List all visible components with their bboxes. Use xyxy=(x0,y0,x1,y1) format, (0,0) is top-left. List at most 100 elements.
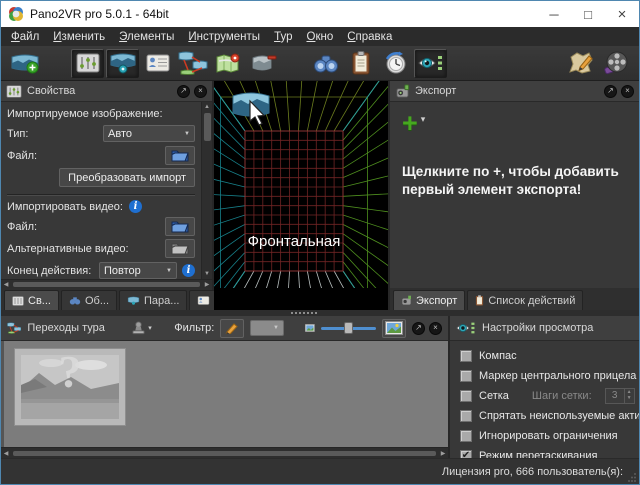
menu-help[interactable]: Справка xyxy=(340,29,399,45)
scroll-right-arrow[interactable]: ▶ xyxy=(202,281,212,288)
checkbox-row-ignore-limits: Игнорировать ограничения xyxy=(460,429,639,442)
right-panel-tabs: Экспорт Список действий xyxy=(390,288,639,310)
divider xyxy=(7,194,195,196)
viewer-settings-button[interactable] xyxy=(414,48,447,78)
tour-panel-header: Переходы тура ▾ Фильтр: ▼ ↗ × xyxy=(1,316,448,341)
tab-properties[interactable]: Св... xyxy=(4,290,59,310)
folder-gray-icon xyxy=(171,243,189,255)
resize-grip[interactable] xyxy=(627,472,637,482)
scroll-left-arrow[interactable]: ◀ xyxy=(1,281,11,288)
hide-hotspots-checkbox[interactable] xyxy=(460,409,472,422)
menu-window[interactable]: Окно xyxy=(299,29,340,45)
end-action-dropdown[interactable]: Повтор xyxy=(99,262,177,279)
scroll-left-arrow[interactable]: ◀ xyxy=(1,450,11,457)
project-notes-button[interactable] xyxy=(564,49,597,78)
slider-handle[interactable] xyxy=(344,322,354,334)
sliders-icon xyxy=(76,53,99,73)
horizontal-scrollbar[interactable]: ◀ ▶ xyxy=(1,447,448,458)
filter-label: Фильтр: xyxy=(174,322,215,334)
grid-steps-spinner[interactable]: 3 ▲ ▼ xyxy=(604,387,635,404)
id-card-icon xyxy=(198,296,210,305)
ignore-limits-checkbox[interactable] xyxy=(460,429,472,442)
vertical-scrollbar[interactable]: ▲ ▼ xyxy=(201,102,212,279)
scroll-down-arrow[interactable]: ▼ xyxy=(202,269,212,279)
grid-checkbox[interactable] xyxy=(460,389,472,402)
stamp-tool-button[interactable]: ▾ xyxy=(131,321,152,335)
close-panel-button[interactable]: × xyxy=(621,84,634,98)
pencil-icon xyxy=(225,323,239,334)
compass-checkbox[interactable] xyxy=(460,349,472,362)
bottom-area: Переходы тура ▾ Фильтр: ▼ ↗ × ? ◀ ▶ Наст… xyxy=(1,316,639,458)
close-button[interactable]: × xyxy=(605,1,639,27)
export-panel-header: Экспорт ↗ × xyxy=(390,81,639,102)
type-label: Тип: xyxy=(7,127,29,140)
panorama-thumbnail[interactable]: ? xyxy=(14,346,126,426)
menu-elements[interactable]: Элементы xyxy=(112,29,181,45)
tab-parameters[interactable]: Пара... xyxy=(119,290,188,310)
close-panel-button[interactable]: × xyxy=(194,84,207,98)
filter-dropdown[interactable] xyxy=(250,320,284,336)
file-label: Файл: xyxy=(7,149,38,162)
type-dropdown[interactable]: Авто xyxy=(103,125,195,142)
time-animation-button[interactable] xyxy=(379,49,412,78)
checkbox-row-hide-hotspots: Спрятать неиспользуемые активные зоны xyxy=(460,409,639,422)
float-panel-button[interactable]: ↗ xyxy=(412,321,425,335)
add-export-button[interactable]: + xyxy=(402,110,425,137)
add-panorama-button[interactable] xyxy=(8,49,41,78)
film-reel-icon xyxy=(603,51,627,75)
menu-tour[interactable]: Тур xyxy=(267,29,299,45)
splitter-handle[interactable] xyxy=(291,312,317,314)
scroll-up-arrow[interactable]: ▲ xyxy=(202,102,212,112)
scrollbar-thumb[interactable] xyxy=(13,450,436,456)
drag-mode-checkbox[interactable] xyxy=(460,449,472,458)
filter-edit-button[interactable] xyxy=(220,318,245,338)
browse-file-button[interactable] xyxy=(165,146,195,165)
alt-video-label: Альтернативные видео: xyxy=(7,242,129,255)
properties-button[interactable] xyxy=(71,48,104,78)
tour-thumbnails-area: ? xyxy=(1,341,448,447)
large-image-button[interactable] xyxy=(381,318,406,338)
panorama-viewport[interactable]: Фронтальная xyxy=(214,81,388,310)
convert-import-button[interactable]: Преобразовать импорт xyxy=(59,168,195,187)
viewport-column: Фронтальная xyxy=(214,81,390,310)
menu-edit[interactable]: Изменить xyxy=(46,29,112,45)
viewing-parameters-button[interactable] xyxy=(106,48,139,78)
scrollbar-thumb[interactable] xyxy=(203,113,211,141)
menu-file[interactable]: Файл xyxy=(4,29,46,45)
left-panel-tabs: Св... Об... Пара... Данн... xyxy=(1,288,258,310)
scrollbar-thumb[interactable] xyxy=(13,281,200,287)
minimize-button[interactable]: ─ xyxy=(537,1,571,27)
maximize-button[interactable]: □ xyxy=(571,1,605,27)
sliders-icon xyxy=(6,84,22,98)
user-data-button[interactable] xyxy=(141,49,174,78)
tab-overview[interactable]: Об... xyxy=(60,290,117,310)
menu-tools[interactable]: Инструменты xyxy=(181,29,267,45)
thumbnail-size-slider[interactable] xyxy=(320,321,376,335)
browse-alt-video-button[interactable] xyxy=(165,239,195,258)
tab-export[interactable]: Экспорт xyxy=(393,290,466,310)
tour-map-button[interactable] xyxy=(176,49,209,78)
properties-panel-header: Свойства ↗ × xyxy=(1,81,212,102)
id-card-icon xyxy=(146,54,169,72)
tab-action-list[interactable]: Список действий xyxy=(467,290,584,310)
info-icon: i xyxy=(182,264,195,277)
app-window: Pano2VR pro 5.0.1 - 64bit ─ □ × Файл Изм… xyxy=(0,0,640,485)
panorama-viewer-icon xyxy=(110,53,135,74)
statusbar: Лицензия pro, 666 пользователь(я): xyxy=(1,458,639,484)
horizontal-splitter[interactable] xyxy=(1,310,639,316)
patch-remove-icon xyxy=(252,55,276,71)
spinner-arrows[interactable]: ▲ ▼ xyxy=(623,388,634,403)
find-button[interactable] xyxy=(309,49,342,78)
float-panel-button[interactable]: ↗ xyxy=(177,84,190,98)
horizontal-scrollbar[interactable]: ◀ ▶ xyxy=(1,279,212,288)
float-panel-button[interactable]: ↗ xyxy=(604,84,617,98)
video-button[interactable] xyxy=(599,49,632,78)
action-list-button[interactable] xyxy=(344,49,377,78)
center-marker-checkbox[interactable] xyxy=(460,369,472,382)
patch-input-button[interactable] xyxy=(246,49,279,78)
browse-video-button[interactable] xyxy=(165,217,195,236)
map-button[interactable] xyxy=(211,49,244,78)
import-video-label: Импортировать видео: xyxy=(7,200,123,213)
close-panel-button[interactable]: × xyxy=(429,321,442,335)
scroll-right-arrow[interactable]: ▶ xyxy=(438,450,448,457)
